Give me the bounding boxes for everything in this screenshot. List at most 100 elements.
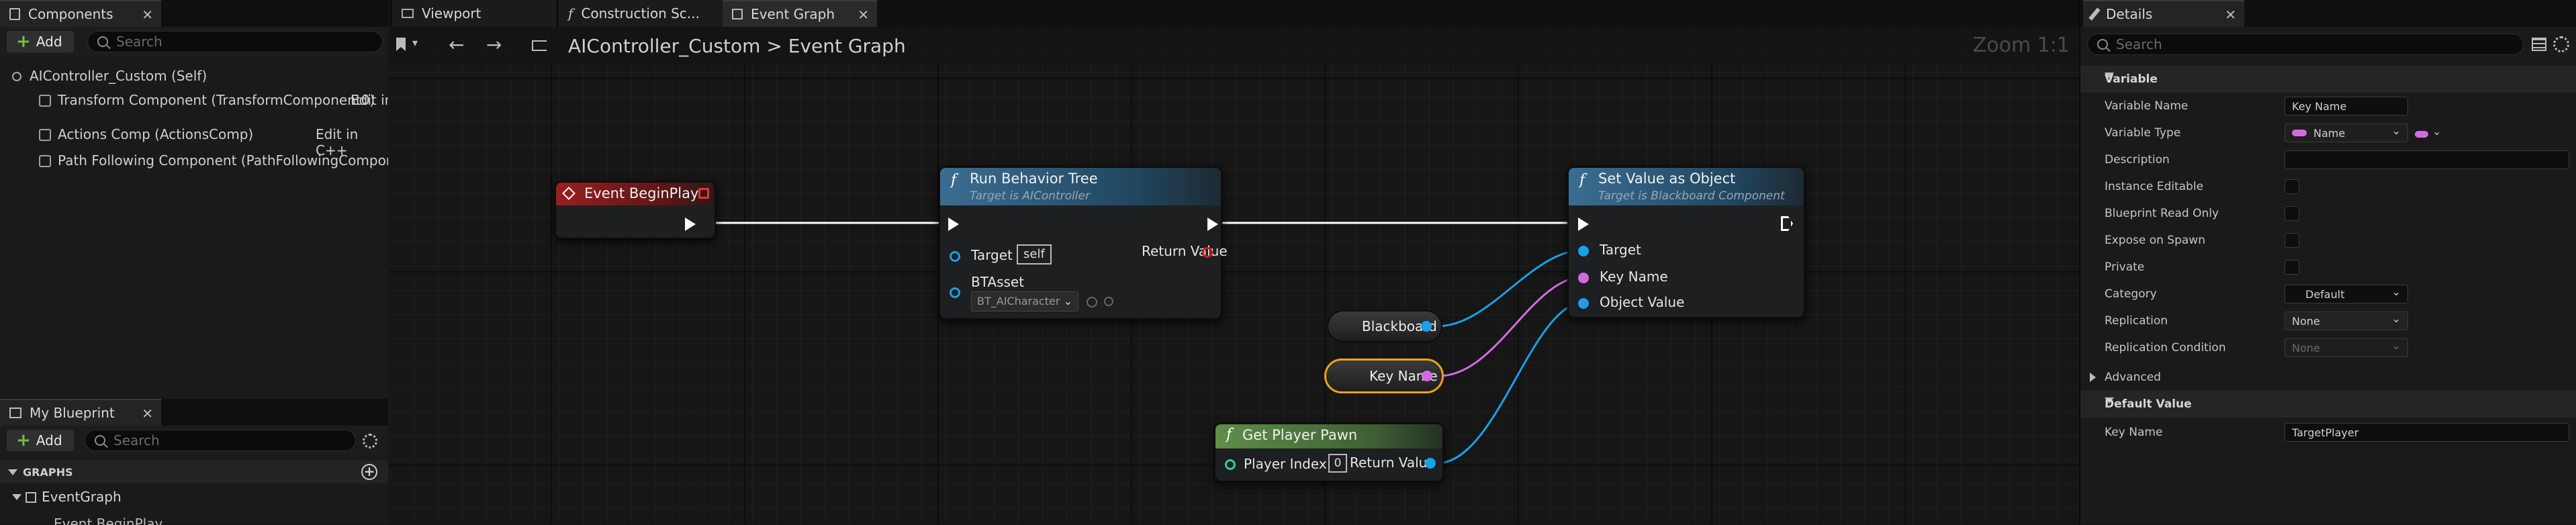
exec-out-pin[interactable] [1207, 218, 1218, 231]
variable-section-label: Variable [2105, 73, 2158, 86]
exec-out-pin[interactable] [1781, 216, 1793, 231]
pin-label: Object Value [1600, 294, 1685, 310]
components-search-input[interactable]: Search [87, 31, 383, 52]
variable-name-field[interactable]: Key Name [2285, 97, 2408, 115]
component-item-actions[interactable]: Actions Comp (ActionsComp) [39, 126, 253, 142]
add-component-button[interactable]: + Add [7, 31, 74, 52]
close-icon[interactable]: ✕ [2225, 7, 2236, 23]
browse-icon[interactable] [1087, 297, 1097, 307]
close-icon[interactable]: ✕ [142, 7, 153, 23]
row-label: Key Name [2105, 426, 2163, 439]
close-icon[interactable]: ✕ [142, 405, 153, 422]
player-index-field[interactable]: 0 [1328, 454, 1347, 473]
description-row: Description [2080, 146, 2576, 173]
variable-name-row: Variable Name Key Name [2080, 93, 2576, 120]
row-label: Blueprint Read Only [2105, 207, 2219, 220]
default-key-name-value: TargetPlayer [2292, 426, 2359, 439]
blueprint-read-only-checkbox[interactable] [2285, 206, 2299, 221]
key-name-variable-node[interactable]: Key Name [1324, 359, 1444, 393]
delegate-pin[interactable] [698, 188, 709, 199]
exec-out-pin[interactable] [685, 218, 696, 231]
component-item-label: Transform Component (TransformComponent0… [58, 92, 375, 108]
component-item-label: Actions Comp (ActionsComp) [58, 126, 254, 142]
gear-icon[interactable] [363, 434, 377, 448]
search-icon[interactable] [1104, 297, 1113, 306]
details-search-input[interactable]: Search [2087, 34, 2524, 55]
edit-link[interactable]: Edit in [351, 92, 388, 108]
event-beginplay-node[interactable]: Event BeginPlay [555, 181, 716, 239]
blackboard-variable-node[interactable]: Blackboard [1327, 310, 1442, 342]
category-combo[interactable]: Default ⌄ [2285, 285, 2408, 303]
graphs-header-label: GRAPHS [23, 466, 73, 479]
chevron-down-icon: ⌄ [2432, 125, 2442, 138]
component-item-pathfollowing[interactable]: Path Following Component (PathFollowingC… [39, 152, 388, 169]
advanced-section-label: Advanced [2105, 371, 2161, 384]
replication-dropdown[interactable]: None ⌄ [2285, 312, 2408, 330]
variable-type-dropdown[interactable]: Name ⌄ [2285, 124, 2408, 142]
run-behavior-tree-node[interactable]: f Run Behavior Tree Target is AIControll… [939, 166, 1228, 320]
container-type-dropdown[interactable]: ⌄ [2415, 125, 2448, 140]
name-type-icon [2292, 130, 2307, 136]
chevron-down-icon: ⌄ [1063, 295, 1072, 307]
myblueprint-search-input[interactable]: Search [85, 430, 356, 451]
get-player-pawn-node[interactable]: f Get Player Pawn Player Index 0 Return … [1214, 423, 1444, 482]
pin-label: Target [971, 247, 1013, 263]
advanced-section-header[interactable]: Advanced [2080, 364, 2576, 391]
tab-components[interactable]: Components ✕ [0, 0, 161, 27]
component-item-transform[interactable]: Transform Component (TransformComponent0… [39, 92, 375, 108]
default-value-section-header[interactable]: Default Value [2080, 391, 2576, 418]
add-graph-icon[interactable]: + [361, 464, 377, 480]
expose-on-spawn-checkbox[interactable] [2285, 233, 2299, 248]
node-title: Event BeginPlay [584, 185, 699, 201]
description-field[interactable] [2285, 150, 2569, 169]
exec-in-pin[interactable] [948, 218, 959, 231]
table-view-icon[interactable] [2532, 38, 2546, 51]
components-tabbar: Components ✕ [0, 0, 388, 27]
components-icon [9, 8, 20, 20]
row-label: Private [2105, 260, 2145, 274]
variable-type-value: Name [2313, 126, 2346, 140]
object-wire [1436, 301, 1585, 465]
plus-icon: + [16, 430, 31, 450]
target-pin[interactable] [950, 251, 960, 262]
private-checkbox[interactable] [2285, 260, 2299, 275]
components-toolbar: + Add Search [0, 27, 388, 56]
myblueprint-tab-label: My Blueprint [30, 405, 115, 421]
category-value: Default [2305, 287, 2345, 301]
row-label: Instance Editable [2105, 180, 2204, 193]
pin-label: Target [1600, 242, 1641, 258]
target-pin[interactable] [1578, 246, 1589, 256]
components-panel: Components ✕ + Add Search AIController_C… [0, 0, 388, 399]
default-key-name-field[interactable]: TargetPlayer [2285, 423, 2569, 442]
variable-section-header[interactable]: Variable [2080, 66, 2576, 93]
set-value-as-object-node[interactable]: f Set Value as Object Target is Blackboa… [1567, 166, 1805, 318]
node-title: Get Player Pawn [1242, 427, 1358, 443]
component-icon [39, 155, 51, 167]
exec-in-pin[interactable] [1578, 218, 1589, 231]
event-graph-child-label: Event BeginPlay [54, 516, 163, 525]
key-name-out-pin[interactable] [1422, 371, 1432, 381]
tab-my-blueprint[interactable]: My Blueprint ✕ [0, 399, 161, 426]
btasset-pin[interactable] [950, 287, 960, 298]
graphs-section-header[interactable]: GRAPHS + [0, 461, 388, 483]
object-value-pin[interactable] [1578, 298, 1589, 309]
return-value-pin[interactable] [1425, 458, 1436, 469]
return-value-pin[interactable] [1202, 247, 1213, 258]
blackboard-out-pin[interactable] [1421, 321, 1432, 332]
details-tabbar: Details ✕ [2080, 0, 2576, 27]
replication-condition-dropdown[interactable]: None ⌄ [2285, 338, 2408, 357]
component-self-item[interactable]: AIController_Custom (Self) [12, 68, 207, 84]
instance-editable-checkbox[interactable] [2285, 179, 2299, 194]
player-index-pin[interactable] [1225, 459, 1236, 470]
target-self-field[interactable]: self [1017, 244, 1052, 265]
gear-icon[interactable] [2553, 36, 2569, 52]
component-self-label: AIController_Custom (Self) [30, 68, 208, 84]
event-graph-canvas[interactable]: Viewport f Construction Sc... Event Grap… [389, 0, 2079, 524]
event-graph-child-item[interactable]: Event BeginPlay [54, 516, 163, 525]
key-name-pin[interactable] [1578, 273, 1589, 283]
tab-details[interactable]: Details ✕ [2083, 0, 2244, 27]
add-blueprint-item-button[interactable]: + Add [7, 430, 74, 451]
btasset-dropdown[interactable]: BT_AICharacter ⌄ [971, 291, 1078, 312]
instance-editable-row: Instance Editable [2080, 173, 2576, 200]
event-graph-item[interactable]: EventGraph [12, 489, 122, 505]
